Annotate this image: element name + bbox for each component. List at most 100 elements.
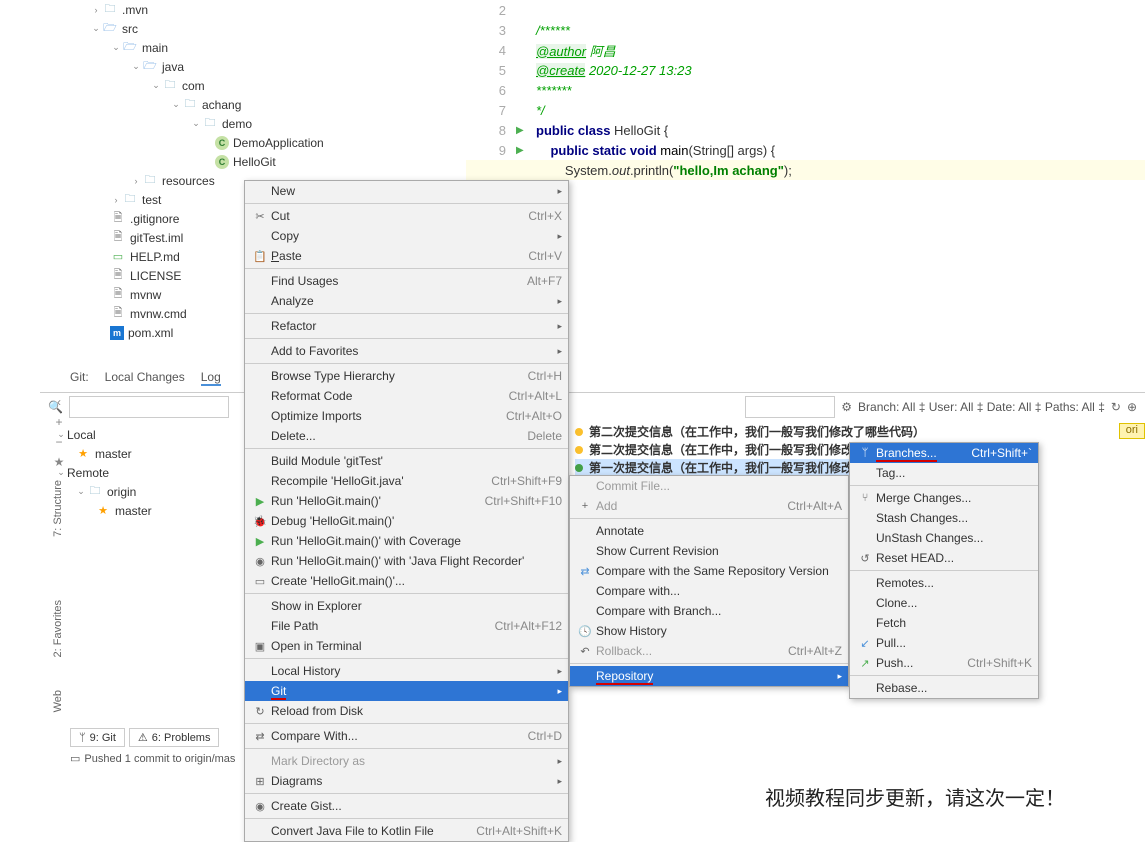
menu-compare-with[interactable]: Compare with... [570,581,848,601]
menu-show-explorer[interactable]: Show in Explorer [245,596,568,616]
tree-item[interactable]: mvnw.cmd [130,307,187,321]
menu-cut[interactable]: ✂CutCtrl+X [245,206,568,226]
menu-debug[interactable]: 🐞Debug 'HelloGit.main()' [245,511,568,531]
menu-reload-disk[interactable]: ↻Reload from Disk [245,701,568,721]
chevron-down-icon[interactable]: ⌄ [75,486,87,497]
chevron-right-icon[interactable]: › [90,5,102,15]
run-gutter-icon[interactable]: ▶ [516,125,536,136]
menu-file-path[interactable]: File PathCtrl+Alt+F12 [245,616,568,636]
menu-repository[interactable]: Repository▸ [570,666,848,686]
menu-add-favorites[interactable]: Add to Favorites▸ [245,341,568,361]
chevron-down-icon[interactable]: ⌄ [190,118,202,129]
tree-item[interactable]: gitTest.iml [130,231,183,245]
menu-clone[interactable]: Clone... [850,593,1038,613]
tree-item[interactable]: achang [202,98,241,112]
git-submenu[interactable]: Commit File... +AddCtrl+Alt+A Annotate S… [569,475,849,687]
tree-item[interactable]: HelloGit [233,155,276,169]
menu-recompile[interactable]: Recompile 'HelloGit.java'Ctrl+Shift+F9 [245,471,568,491]
chevron-right-icon[interactable]: › [130,176,142,186]
tree-item[interactable]: main [142,41,168,55]
menu-annotate[interactable]: Annotate [570,521,848,541]
menu-optimize-imports[interactable]: Optimize ImportsCtrl+Alt+O [245,406,568,426]
menu-branches[interactable]: ᛘBranches...Ctrl+Shift+` [850,443,1038,463]
menu-pull[interactable]: ↙Pull... [850,633,1038,653]
git-search-input[interactable] [69,396,229,418]
menu-run-jfr[interactable]: ◉Run 'HelloGit.main()' with 'Java Flight… [245,551,568,571]
menu-git[interactable]: Git▸ [245,681,568,701]
menu-run-coverage[interactable]: ▶Run 'HelloGit.main()' with Coverage [245,531,568,551]
tree-item[interactable]: test [142,193,161,207]
menu-find-usages[interactable]: Find UsagesAlt+F7 [245,271,568,291]
menu-run[interactable]: ▶Run 'HelloGit.main()'Ctrl+Shift+F10 [245,491,568,511]
chevron-down-icon[interactable]: ⌄ [55,429,67,440]
tree-origin[interactable]: origin [107,485,136,499]
chevron-down-icon[interactable]: ⌄ [150,80,162,91]
tree-item[interactable]: .gitignore [130,212,179,226]
menu-refactor[interactable]: Refactor▸ [245,316,568,336]
menu-diagrams[interactable]: ⊞Diagrams▸ [245,771,568,791]
tree-item[interactable]: DemoApplication [233,136,324,150]
tree-item[interactable]: pom.xml [128,326,173,340]
menu-build-module[interactable]: Build Module 'gitTest' [245,451,568,471]
tree-item[interactable]: .mvn [122,3,148,17]
chevron-down-icon[interactable]: ⌄ [130,61,142,72]
chevron-right-icon[interactable]: › [110,195,122,205]
menu-browse-type-hierarchy[interactable]: Browse Type HierarchyCtrl+H [245,366,568,386]
menu-create-run-config[interactable]: ▭Create 'HelloGit.main()'... [245,571,568,591]
refresh-icon[interactable]: ↻ [1111,400,1121,414]
tab-local-changes[interactable]: Local Changes [105,370,185,386]
menu-show-revision[interactable]: Show Current Revision [570,541,848,561]
tree-item[interactable]: HELP.md [130,250,180,264]
tree-item[interactable]: LICENSE [130,269,181,283]
menu-show-history[interactable]: 🕓Show History [570,621,848,641]
menu-unstash[interactable]: UnStash Changes... [850,528,1038,548]
chevron-down-icon[interactable]: ⌄ [110,42,122,53]
menu-fetch[interactable]: Fetch [850,613,1038,633]
menu-compare-branch[interactable]: Compare with Branch... [570,601,848,621]
tree-item[interactable]: com [182,79,205,93]
tree-remote[interactable]: Remote [67,466,109,480]
menu-analyze[interactable]: Analyze▸ [245,291,568,311]
run-gutter-icon[interactable]: ▶ [516,145,536,156]
commit-row[interactable]: 第二次提交信息（在工作中，我们一般写我们修改了哪些代码） [575,423,925,441]
menu-reformat-code[interactable]: Reformat CodeCtrl+Alt+L [245,386,568,406]
menu-new[interactable]: New▸ [245,181,568,201]
menu-compare-with[interactable]: ⇄Compare With...Ctrl+D [245,726,568,746]
tree-item[interactable]: demo [222,117,252,131]
tree-item[interactable]: src [122,22,138,36]
menu-merge[interactable]: ⑂Merge Changes... [850,488,1038,508]
tool-window-structure[interactable]: 7: Structure [52,480,64,537]
branch-master[interactable]: master [95,447,132,461]
collapse-icon[interactable]: ‹ [48,392,70,412]
menu-push[interactable]: ↗Push...Ctrl+Shift+K [850,653,1038,673]
menu-convert-kotlin[interactable]: Convert Java File to Kotlin FileCtrl+Alt… [245,821,568,841]
menu-copy[interactable]: Copy▸ [245,226,568,246]
tree-item[interactable]: resources [162,174,215,188]
chevron-down-icon[interactable]: ⌄ [55,467,67,478]
menu-tag[interactable]: Tag... [850,463,1038,483]
menu-rebase[interactable]: Rebase... [850,678,1038,698]
tree-item[interactable]: mvnw [130,288,161,302]
chevron-down-icon[interactable]: ⌄ [170,99,182,110]
git-branches-tree[interactable]: ⌄Local ★master ⌄Remote ⌄🗀origin ★master [55,425,235,520]
menu-remotes[interactable]: Remotes... [850,573,1038,593]
gear-icon[interactable]: ⚙ [841,400,852,414]
chevron-down-icon[interactable]: ⌄ [90,23,102,34]
tool-window-web[interactable]: Web [52,690,64,712]
menu-paste[interactable]: 📋PPasteasteCtrl+V [245,246,568,266]
menu-compare-same-repo[interactable]: ⇄Compare with the Same Repository Versio… [570,561,848,581]
cherry-pick-icon[interactable]: ⊕ [1127,400,1137,414]
tab-log[interactable]: Log [201,370,221,386]
menu-stash[interactable]: Stash Changes... [850,508,1038,528]
tab-git[interactable]: ᛘ9: Git [70,728,125,747]
tree-local[interactable]: Local [67,428,96,442]
branch-origin-master[interactable]: master [115,504,152,518]
menu-open-terminal[interactable]: ▣Open in Terminal [245,636,568,656]
repository-submenu[interactable]: ᛘBranches...Ctrl+Shift+` Tag... ⑂Merge C… [849,442,1039,699]
tool-window-favorites[interactable]: 2: Favorites [52,600,64,657]
code-editor[interactable]: 2 3/****** 4@author 阿昌 5@create 2020-12-… [466,0,1145,180]
menu-reset-head[interactable]: ↺Reset HEAD... [850,548,1038,568]
menu-delete[interactable]: Delete...Delete [245,426,568,446]
tab-problems[interactable]: ⚠6: Problems [129,728,220,747]
tree-item[interactable]: java [162,60,184,74]
